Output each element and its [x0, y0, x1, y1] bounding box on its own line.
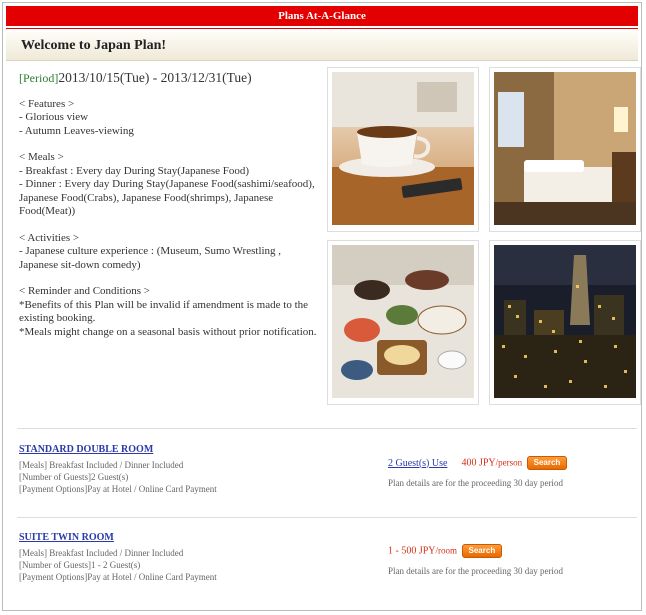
search-button-label: Search: [468, 546, 496, 555]
meals-title: < Meals >: [19, 151, 64, 163]
features-title: < Features >: [19, 97, 75, 110]
reminder-title: < Reminder and Conditions >: [19, 285, 150, 297]
price-value: 1 - 500 JPY: [388, 545, 436, 557]
feature-item: - Glorious view: [19, 111, 89, 123]
photo-city-night-view[interactable]: [489, 240, 641, 405]
room-booking-area: 2 Guest(s) Use 400 JPY/person Search Pla…: [388, 456, 568, 488]
price-value: 400 JPY: [461, 457, 496, 469]
room-price: 400 JPY/person Search: [461, 456, 568, 470]
section-divider: [17, 517, 637, 518]
plan-period-note: Plan details are for the proceeding 30 d…: [388, 566, 563, 576]
period-value: 2013/10/15(Tue) - 2013/12/31(Tue): [58, 70, 252, 85]
activities-title: < Activities >: [19, 231, 80, 244]
meal-item: - Breakfast : Every day During Stay(Japa…: [19, 164, 250, 177]
room-price: 1 - 500 JPY/room Search: [388, 544, 503, 558]
room-price-row: 1 - 500 JPY/room Search: [388, 544, 563, 558]
plan-title: Welcome to Japan Plan!: [6, 32, 638, 61]
plan-description: [Period]2013/10/15(Tue) - 2013/12/31(Tue…: [19, 71, 319, 352]
room-title-link[interactable]: STANDARD DOUBLE ROOM: [19, 444, 639, 455]
photo-hotel-room[interactable]: [489, 67, 641, 232]
photo-coffee-cup[interactable]: [327, 67, 479, 232]
search-button-label: Search: [533, 458, 561, 467]
period-label: [Period]: [19, 71, 59, 85]
feature-item: - Autumn Leaves-viewing: [19, 124, 134, 137]
room-price-row: 2 Guest(s) Use 400 JPY/person Search: [388, 456, 568, 470]
section-divider: [17, 428, 637, 429]
search-button[interactable]: Search: [526, 456, 568, 470]
hotel-room-photo: [494, 72, 636, 225]
city-night-view-photo: [494, 245, 636, 398]
price-unit: /person: [495, 457, 523, 468]
photo-japanese-meal[interactable]: [327, 240, 479, 405]
meal-item: - Dinner : Every day During Stay(Japanes…: [19, 178, 315, 217]
japanese-meal-photo: [332, 245, 474, 398]
price-unit: /room: [435, 545, 458, 556]
plan-period: [Period]2013/10/15(Tue) - 2013/12/31(Tue…: [19, 71, 319, 86]
meals-section: < Meals > - Breakfast : Every day During…: [19, 151, 319, 219]
page-frame: Plans At-A-Glance Welcome to Japan Plan!…: [2, 2, 642, 611]
reminder-item: *Benefits of this Plan will be invalid i…: [19, 298, 309, 325]
search-button[interactable]: Search: [461, 544, 503, 558]
guests-use-link[interactable]: 2 Guest(s) Use: [388, 458, 447, 469]
reminder-item: *Meals might change on a seasonal basis …: [19, 325, 317, 338]
features-section: < Features > - Glorious view - Autumn Le…: [19, 98, 319, 139]
room-plan-suite-twin: SUITE TWIN ROOM [Meals] Breakfast Includ…: [19, 532, 639, 583]
room-plan-standard-double: STANDARD DOUBLE ROOM [Meals] Breakfast I…: [19, 444, 639, 495]
plan-period-note: Plan details are for the proceeding 30 d…: [388, 478, 563, 488]
activities-section: < Activities > - Japanese culture experi…: [19, 232, 319, 273]
room-booking-area: 1 - 500 JPY/room Search Plan details are…: [388, 544, 563, 576]
reminder-section: < Reminder and Conditions > *Benefits of…: [19, 285, 319, 339]
plan-content: [Period]2013/10/15(Tue) - 2013/12/31(Tue…: [3, 61, 641, 413]
header-divider: [6, 28, 638, 29]
page-header: Plans At-A-Glance: [6, 6, 638, 26]
activity-item: - Japanese culture experience : (Museum,…: [19, 245, 282, 271]
coffee-cup-photo: [332, 72, 474, 225]
room-title-link[interactable]: SUITE TWIN ROOM: [19, 532, 639, 543]
